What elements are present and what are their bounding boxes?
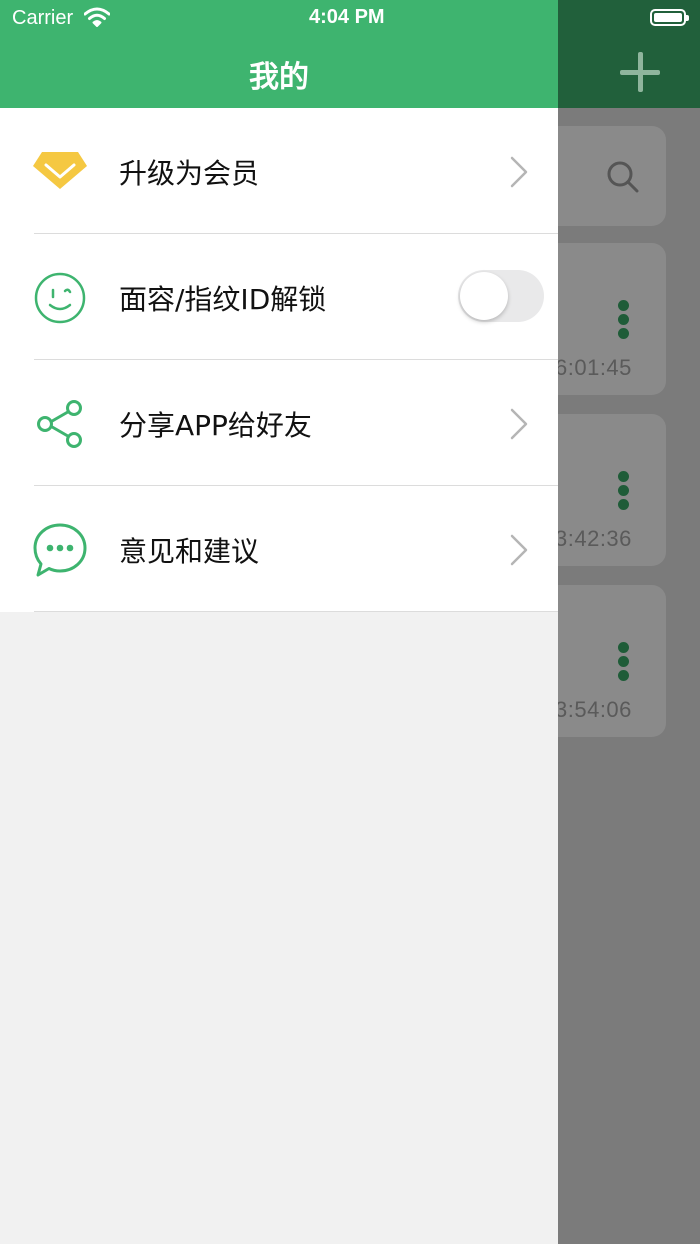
battery-icon	[650, 9, 689, 26]
more-options-icon[interactable]	[618, 471, 630, 511]
share-icon	[37, 400, 82, 448]
background-search-bar[interactable]	[540, 126, 666, 226]
diamond-icon	[33, 152, 87, 189]
background-card-time: 6:01:45	[555, 355, 632, 380]
add-icon[interactable]	[620, 52, 660, 92]
side-drawer: 我的 升级为会员 面容/指纹ID解锁 分享APP给好友 意见和建议	[0, 0, 558, 1244]
more-options-icon[interactable]	[618, 300, 630, 340]
more-options-icon[interactable]	[618, 642, 630, 682]
toggle-knob	[460, 272, 508, 320]
status-bar: Carrier 4:04 PM	[0, 0, 700, 36]
biometric-toggle[interactable]	[458, 270, 544, 322]
menu-item-label: 分享APP给好友	[119, 409, 312, 442]
background-card-time: 3:42:36	[555, 526, 632, 551]
page-title: 我的	[249, 60, 309, 95]
carrier-label: Carrier	[12, 7, 74, 29]
menu-item-label: 升级为会员	[119, 157, 260, 190]
status-time: 4:04 PM	[309, 6, 385, 28]
menu-item-label: 面容/指纹ID解锁	[119, 283, 327, 316]
menu-item-share[interactable]: 分享APP给好友	[0, 360, 558, 486]
menu-item-label: 意见和建议	[119, 535, 260, 568]
drawer-menu: 升级为会员 面容/指纹ID解锁 分享APP给好友 意见和建议	[0, 108, 558, 612]
search-icon	[607, 161, 639, 193]
menu-item-biometric-unlock: 面容/指纹ID解锁	[0, 234, 558, 360]
menu-item-upgrade[interactable]: 升级为会员	[0, 108, 558, 234]
chevron-right-icon	[510, 534, 528, 566]
menu-item-feedback[interactable]: 意见和建议	[0, 486, 558, 612]
chevron-right-icon	[510, 156, 528, 188]
chevron-right-icon	[510, 408, 528, 440]
smiley-face-icon	[34, 272, 86, 324]
background-card-time: 3:54:06	[555, 697, 632, 722]
wifi-icon	[84, 7, 110, 27]
chat-bubble-icon	[33, 523, 87, 577]
